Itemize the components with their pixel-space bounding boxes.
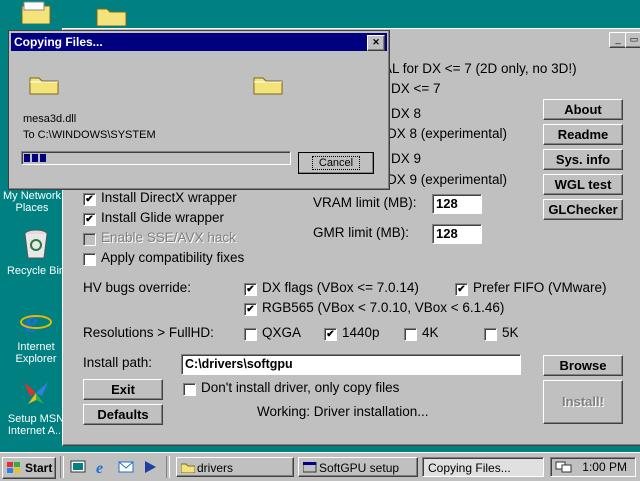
5k-label: 5K — [502, 325, 519, 340]
recycle-bin-label: Recycle Bin — [6, 265, 66, 277]
system-tray: 1:00 PM — [550, 457, 636, 477]
dx-flags-label: DX flags (VBox <= 7.0.14) — [262, 280, 419, 295]
wgltest-button[interactable]: WGL test — [543, 174, 623, 195]
copy-only-checkbox[interactable] — [183, 383, 196, 396]
1440p-label: 1440p — [342, 325, 380, 340]
copying-dialog-titlebar[interactable]: Copying Files... — [11, 33, 387, 51]
sysinfo-button[interactable]: Sys. info — [543, 149, 623, 170]
copying-dialog-title: Copying Files... — [14, 35, 103, 49]
exit-button[interactable]: Exit — [83, 379, 163, 400]
install-path-input[interactable]: C:\drivers\softgpu — [181, 354, 521, 375]
resolutions-label: Resolutions > FullHD: — [83, 325, 214, 340]
network-tray-icon[interactable] — [555, 460, 573, 474]
copying-files-dialog: Copying Files... ✕ mesa3d.dll To C:\WIND… — [8, 30, 390, 190]
svg-text:e: e — [96, 460, 103, 475]
desktop-icon-recycle-bin[interactable]: Recycle Bin — [6, 228, 66, 277]
task-drivers[interactable]: drivers — [176, 457, 294, 477]
dx-option-dx8-exp[interactable]: DX 8 (experimental) — [387, 126, 507, 141]
internet-explorer-icon: e — [20, 303, 52, 339]
cancel-button[interactable]: Cancel — [298, 152, 374, 174]
desktop-icon-folder[interactable] — [96, 4, 128, 29]
copy-file-name: mesa3d.dll — [23, 113, 77, 125]
dx-option-wrapper-only[interactable]: AL for DX <= 7 (2D only, no 3D!) — [383, 61, 577, 76]
internet-explorer-label: Internet Explorer — [15, 341, 57, 365]
about-button[interactable]: About — [543, 99, 623, 120]
outlook-express-quicklaunch-icon[interactable] — [118, 459, 134, 475]
prefer-fifo-checkbox[interactable]: ✔ — [455, 283, 468, 296]
enable-sse-checkbox — [83, 233, 96, 246]
documents-folder-icon — [21, 1, 51, 25]
start-label: Start — [25, 461, 53, 475]
taskbar: Start e drivers SoftGPU setup Copying Fi… — [0, 452, 640, 481]
5k-checkbox[interactable] — [484, 328, 497, 341]
browse-button[interactable]: Browse — [543, 355, 623, 376]
dx-option-dx7[interactable]: DX <= 7 — [391, 81, 441, 96]
qxga-checkbox[interactable] — [244, 328, 257, 341]
task-softgpu-setup[interactable]: SoftGPU setup — [298, 457, 418, 477]
defaults-button[interactable]: Defaults — [83, 404, 163, 425]
dx-option-dx9-exp[interactable]: DX 9 (experimental) — [387, 172, 507, 187]
task-softgpu-label: SoftGPU setup — [319, 461, 400, 475]
install-directx-label: Install DirectX wrapper — [101, 190, 237, 205]
folder-icon — [96, 8, 127, 27]
copy-only-label: Don't install driver, only copy files — [201, 380, 400, 395]
vram-label: VRAM limit (MB): — [313, 195, 417, 210]
source-folder-icon — [29, 77, 59, 95]
4k-checkbox[interactable] — [404, 328, 417, 341]
glchecker-button[interactable]: GLChecker — [543, 199, 623, 220]
gmr-label: GMR limit (MB): — [313, 225, 409, 240]
start-button[interactable]: Start — [2, 457, 56, 479]
media-player-quicklaunch-icon[interactable] — [142, 459, 158, 475]
copy-destination: To C:\WINDOWS\SYSTEM — [23, 129, 156, 141]
task-copying-label: Copying Files... — [428, 461, 511, 475]
destination-folder-icon — [253, 77, 283, 95]
copy-progress-fill — [24, 154, 48, 162]
desktop-icon-my-documents[interactable] — [6, 0, 66, 27]
cancel-button-label: Cancel — [311, 156, 361, 170]
windows-logo-icon — [7, 462, 20, 473]
gmr-input[interactable]: 128 — [432, 224, 482, 244]
rgb565-checkbox[interactable]: ✔ — [244, 303, 257, 316]
compat-fixes-label: Apply compatibility fixes — [101, 250, 245, 265]
app-task-icon — [303, 462, 317, 473]
msn-setup-label: Setup MSN Internet A... — [7, 413, 65, 437]
install-path-label: Install path: — [83, 355, 153, 370]
task-drivers-label: drivers — [197, 461, 234, 475]
close-icon[interactable]: ✕ — [367, 35, 385, 51]
hv-bugs-label: HV bugs override: — [83, 280, 192, 295]
copy-progress-bar — [21, 151, 291, 165]
enable-sse-label: Enable SSE/AVX hack — [101, 230, 236, 245]
show-desktop-icon[interactable] — [70, 459, 86, 475]
dx-flags-checkbox[interactable]: ✔ — [244, 283, 257, 296]
desktop-icon-msn-setup[interactable]: Setup MSN Internet A... — [6, 378, 66, 437]
install-button: Install! — [543, 380, 623, 424]
qxga-label: QXGA — [262, 325, 302, 340]
rgb565-label: RGB565 (VBox < 7.0.10, VBox < 6.1.46) — [262, 300, 505, 315]
taskbar-divider — [60, 456, 64, 478]
readme-button[interactable]: Readme — [543, 124, 623, 145]
taskbar-divider-2 — [166, 456, 170, 478]
compat-fixes-checkbox[interactable] — [83, 253, 96, 266]
internet-explorer-quicklaunch-icon[interactable]: e — [94, 459, 110, 477]
install-glide-checkbox[interactable]: ✔ — [83, 213, 96, 226]
prefer-fifo-label: Prefer FIFO (VMware) — [473, 280, 607, 295]
clock[interactable]: 1:00 PM — [582, 458, 627, 476]
desktop-icon-network-places[interactable]: My Network Places — [0, 190, 64, 214]
maximize-button[interactable]: ▭ — [625, 32, 640, 48]
dx-option-dx9[interactable]: DX 9 — [391, 151, 421, 166]
dx-option-dx8[interactable]: DX 8 — [391, 106, 421, 121]
msn-setup-icon — [24, 382, 48, 404]
network-places-label: My Network Places — [2, 190, 62, 214]
svg-text:e: e — [24, 304, 38, 336]
1440p-checkbox[interactable]: ✔ — [324, 328, 337, 341]
recycle-bin-icon — [24, 229, 48, 259]
task-copying-files[interactable]: Copying Files... — [422, 457, 544, 477]
install-glide-label: Install Glide wrapper — [101, 210, 225, 225]
4k-label: 4K — [422, 325, 439, 340]
vram-input[interactable]: 128 — [432, 194, 482, 214]
install-directx-checkbox[interactable]: ✔ — [83, 193, 96, 206]
desktop-icon-internet-explorer[interactable]: e Internet Explorer — [6, 303, 66, 365]
folder-task-icon — [181, 463, 195, 473]
status-text: Working: Driver installation... — [257, 404, 429, 419]
